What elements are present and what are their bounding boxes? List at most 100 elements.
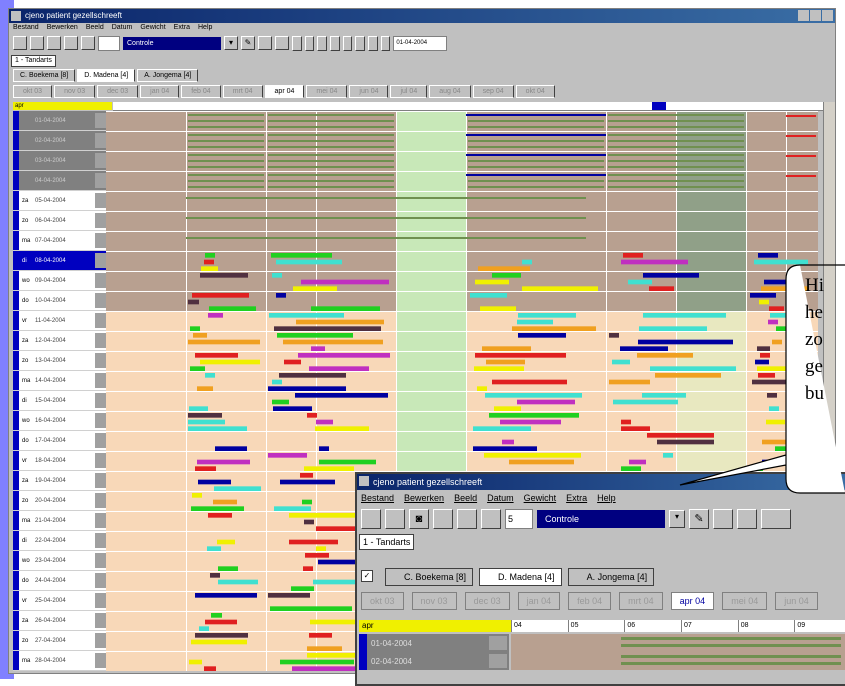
month-tab[interactable]: apr 04 bbox=[264, 85, 305, 98]
nav-button-1[interactable] bbox=[292, 35, 302, 51]
month-tab[interactable]: nov 03 bbox=[54, 85, 96, 98]
maximize-icon[interactable] bbox=[810, 10, 821, 21]
zoom-menu-item[interactable]: Bewerken bbox=[404, 490, 444, 506]
calendar-icon[interactable] bbox=[81, 36, 95, 50]
date-row[interactable]: vr 25-04-2004 bbox=[13, 591, 110, 611]
staff-tab[interactable]: A. Jongema [4] bbox=[137, 69, 199, 82]
date-row[interactable]: wo 16-04-2004 bbox=[13, 411, 110, 431]
staff-tab[interactable]: D. Madena [4] bbox=[77, 69, 136, 82]
staff-tab[interactable]: C. Boekema [8] bbox=[13, 69, 76, 82]
date-row[interactable]: 02-04-2004 bbox=[13, 131, 110, 151]
month-tab[interactable]: mrt 04 bbox=[222, 85, 263, 98]
zoom-new-icon[interactable] bbox=[361, 509, 381, 529]
nav-button-6[interactable] bbox=[355, 35, 366, 51]
month-tab[interactable]: jul 04 bbox=[390, 85, 428, 98]
month-tab[interactable]: jun 04 bbox=[349, 85, 389, 98]
menu-item[interactable]: Gewicht bbox=[140, 23, 165, 33]
zoom-staff-tab[interactable]: D. Madena [4] bbox=[479, 568, 562, 586]
nav-button-4[interactable] bbox=[330, 35, 340, 51]
date-row[interactable]: do 10-04-2004 bbox=[13, 291, 110, 311]
month-tab[interactable]: mei 04 bbox=[306, 85, 348, 98]
date-row[interactable]: za 19-04-2004 bbox=[13, 471, 110, 491]
date-row[interactable]: di 15-04-2004 bbox=[13, 391, 110, 411]
view-tab[interactable]: 1 - Tandarts bbox=[11, 55, 56, 67]
zoom-menu-item[interactable]: Beeld bbox=[454, 490, 477, 506]
nav-button-5[interactable] bbox=[342, 35, 353, 51]
zoom-month-tab[interactable]: nov 03 bbox=[411, 592, 457, 610]
zoom-menu-item[interactable]: Extra bbox=[566, 490, 587, 506]
zoom-month-tab[interactable]: okt 03 bbox=[361, 592, 404, 610]
table-icon[interactable] bbox=[275, 36, 289, 50]
columns-icon[interactable] bbox=[258, 36, 272, 50]
month-tab[interactable]: jan 04 bbox=[140, 85, 180, 98]
date-row[interactable]: di 08-04-2004 bbox=[13, 251, 110, 271]
zoom-menu-item[interactable]: Bestand bbox=[361, 490, 394, 506]
zoom-month-tab[interactable]: dec 03 bbox=[464, 592, 510, 610]
date-row[interactable]: zo 20-04-2004 bbox=[13, 491, 110, 511]
date-row[interactable]: zo 06-04-2004 bbox=[13, 211, 110, 231]
zoom-spinner[interactable]: 5 bbox=[505, 509, 533, 529]
nav-button-8[interactable] bbox=[380, 35, 391, 51]
zoom-month-tab[interactable]: feb 04 bbox=[568, 592, 612, 610]
zoom-month-tab[interactable]: mrt 04 bbox=[619, 592, 663, 610]
print-icon[interactable] bbox=[64, 36, 78, 50]
nav-button-2[interactable] bbox=[304, 35, 315, 51]
zoom-menu-item[interactable]: Gewicht bbox=[524, 490, 557, 506]
month-tab[interactable]: feb 04 bbox=[181, 85, 221, 98]
grid-icon[interactable] bbox=[30, 36, 44, 50]
date-row[interactable]: ma 28-04-2004 bbox=[13, 651, 110, 671]
dropdown-icon[interactable]: ▾ bbox=[224, 36, 238, 50]
month-tab[interactable]: aug 04 bbox=[429, 85, 471, 98]
date-row[interactable]: ma 21-04-2004 bbox=[13, 511, 110, 531]
date-row[interactable]: za 05-04-2004 bbox=[13, 191, 110, 211]
date-row[interactable]: 01-04-2004 bbox=[13, 111, 110, 131]
menu-item[interactable]: Bewerken bbox=[47, 23, 78, 33]
date-row[interactable]: vr 11-04-2004 bbox=[13, 311, 110, 331]
minimize-icon[interactable] bbox=[798, 10, 809, 21]
zoom-calendar-icon[interactable] bbox=[481, 509, 501, 529]
close-icon[interactable] bbox=[822, 10, 833, 21]
date-row[interactable]: do 17-04-2004 bbox=[13, 431, 110, 451]
date-row[interactable]: di 22-04-2004 bbox=[13, 531, 110, 551]
date-row[interactable]: za 26-04-2004 bbox=[13, 611, 110, 631]
menu-item[interactable]: Bestand bbox=[13, 23, 39, 33]
date-row[interactable]: 04-04-2004 bbox=[13, 171, 110, 191]
zoom-checkbox[interactable]: ✓ bbox=[361, 570, 373, 582]
menu-item[interactable]: Beeld bbox=[86, 23, 104, 33]
binoculars-icon[interactable] bbox=[47, 36, 61, 50]
month-tab[interactable]: okt 03 bbox=[13, 85, 53, 98]
date-row[interactable]: wo 09-04-2004 bbox=[13, 271, 110, 291]
interval-spinner[interactable] bbox=[98, 35, 120, 51]
zoom-print-icon[interactable] bbox=[433, 509, 453, 529]
zoom-month-tab[interactable]: apr 04 bbox=[670, 592, 715, 610]
menu-item[interactable]: Help bbox=[198, 23, 212, 33]
date-row[interactable]: ma 07-04-2004 bbox=[13, 231, 110, 251]
zoom-menu-item[interactable]: Datum bbox=[487, 490, 514, 506]
nav-button-3[interactable] bbox=[317, 35, 328, 51]
date-field[interactable]: 01-04-2004 bbox=[393, 35, 448, 51]
date-row[interactable]: ma 14-04-2004 bbox=[13, 371, 110, 391]
zoom-staff-tab[interactable]: A. Jongema [4] bbox=[567, 568, 655, 586]
date-row[interactable]: vr 18-04-2004 bbox=[13, 451, 110, 471]
date-row[interactable]: zo 27-04-2004 bbox=[13, 631, 110, 651]
zoom-staff-tab[interactable]: C. Boekema [8] bbox=[385, 568, 474, 586]
date-row[interactable]: za 12-04-2004 bbox=[13, 331, 110, 351]
treatment-combo[interactable]: Controle bbox=[123, 36, 221, 50]
month-tab[interactable]: okt 04 bbox=[515, 85, 555, 98]
month-tab[interactable]: sep 04 bbox=[472, 85, 514, 98]
date-row[interactable]: do 24-04-2004 bbox=[13, 571, 110, 591]
date-row[interactable]: zo 13-04-2004 bbox=[13, 351, 110, 371]
zoom-binoculars-icon[interactable]: ◙ bbox=[409, 509, 429, 529]
zoom-grid-icon[interactable] bbox=[385, 509, 405, 529]
menu-item[interactable]: Extra bbox=[174, 23, 190, 33]
date-row[interactable]: 03-04-2004 bbox=[13, 151, 110, 171]
zoom-menu-item[interactable]: Help bbox=[597, 490, 616, 506]
zoom-view-tab[interactable]: 1 - Tandarts bbox=[359, 534, 415, 550]
menu-item[interactable]: Datum bbox=[112, 23, 133, 33]
zoom-month-tab[interactable]: jan 04 bbox=[517, 592, 561, 610]
month-tab[interactable]: dec 03 bbox=[97, 85, 139, 98]
nav-button-7[interactable] bbox=[368, 35, 378, 51]
zoom-month-tab[interactable]: jun 04 bbox=[775, 592, 818, 610]
zoom-preview-icon[interactable] bbox=[457, 509, 477, 529]
zoom-month-tab[interactable]: mei 04 bbox=[722, 592, 768, 610]
